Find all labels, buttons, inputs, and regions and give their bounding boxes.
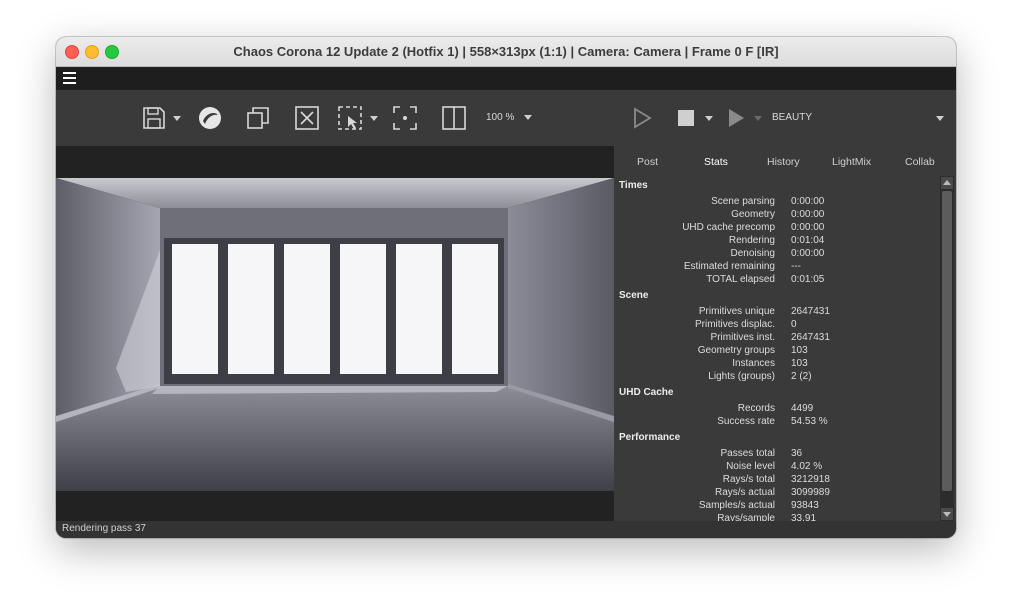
stat-value: 2647431 [791,332,830,343]
channel-dropdown-icon[interactable] [936,116,944,121]
panel-tabs: Post Stats History LightMix Collab [614,146,956,176]
scroll-thumb[interactable] [942,191,952,491]
stat-label: Rays/sample [717,513,775,521]
stat-value: 93843 [791,500,819,511]
save-button[interactable] [140,104,168,132]
stat-label: TOTAL elapsed [706,274,775,285]
stat-label: Denoising [730,248,775,259]
stat-label: Instances [732,358,775,369]
scroll-down-button[interactable] [941,508,953,520]
menu-bar [56,67,956,90]
stats-list: Times Scene parsing 0:00:00 Geometry 0:0… [614,176,940,521]
compare-button[interactable] [440,104,468,132]
stat-value: 2647431 [791,306,830,317]
region-dropdown-icon[interactable] [370,116,378,121]
tab-history[interactable]: History [767,156,800,168]
stop-icon [678,110,694,126]
stat-value: 54.53 % [791,416,828,427]
stat-value: 3212918 [791,474,830,485]
channel-select[interactable]: BEAUTY [772,112,812,123]
stat-value: 103 [791,358,808,369]
tab-lightmix[interactable]: LightMix [832,156,871,168]
stat-value: 0:00:00 [791,196,825,207]
stat-label: Primitives unique [698,306,775,317]
stat-label: Passes total [720,448,775,459]
stat-value: 0:01:05 [791,274,825,285]
compare-icon [442,106,466,130]
hamburger-icon[interactable] [63,72,76,84]
copy-button[interactable] [244,104,272,132]
toolbar: 100 % BEAUTY [56,90,956,146]
corona-logo-button[interactable] [196,104,224,132]
stats-scrollbar[interactable] [940,176,954,521]
window-title: Chaos Corona 12 Update 2 (Hotfix 1) | 55… [233,44,779,59]
stat-label: Lights (groups) [708,371,775,382]
section-times: Times [619,180,648,191]
stat-value: 0:01:04 [791,235,825,246]
region-select-icon [338,106,362,130]
stat-label: Rays/s total [722,474,775,485]
tab-post[interactable]: Post [637,156,658,168]
stat-value: 0:00:00 [791,248,825,259]
corona-logo-icon [199,107,221,129]
interactive-render-button[interactable] [722,104,750,132]
clear-button[interactable] [293,104,321,132]
status-bar: Rendering pass 37 [56,521,956,538]
stat-value: 4499 [791,403,814,414]
rendered-image [56,178,614,491]
stat-value: 2 (2) [791,371,812,382]
stat-label: Noise level [726,461,775,472]
stat-value: 36 [791,448,803,459]
zoom-dropdown-icon[interactable] [524,115,532,120]
stat-value: 4.02 % [791,461,823,472]
render-viewport[interactable] [56,146,614,521]
interactive-dropdown-icon[interactable] [754,116,762,121]
copy-icon [247,107,269,129]
stat-value: 0 [791,319,797,330]
stat-label: Primitives inst. [710,332,775,343]
stop-dropdown-icon[interactable] [705,116,713,121]
interactive-render-icon [729,109,744,127]
render-button[interactable] [628,104,656,132]
stats-panel: Post Stats History LightMix Collab Times… [614,146,956,521]
clear-icon [295,106,319,130]
tab-collab[interactable]: Collab [905,156,935,168]
stat-value: 0:00:00 [791,222,825,233]
section-scene: Scene [619,290,649,301]
stat-value: 3099989 [791,487,830,498]
stat-value: 103 [791,345,808,356]
stat-label: UHD cache precomp [682,222,775,233]
stat-label: Records [737,403,775,414]
save-dropdown-icon[interactable] [173,116,181,121]
scroll-down-icon [943,512,951,517]
scroll-up-button[interactable] [941,177,953,189]
stat-label: Primitives displac. [694,319,775,330]
stat-label: Geometry groups [697,345,775,356]
stop-button[interactable] [672,104,700,132]
stat-label: Rays/s actual [714,487,775,498]
stat-value: 33.91 [791,513,817,521]
region-select-button[interactable] [336,104,364,132]
section-performance: Performance [619,432,681,443]
vfb-window: Chaos Corona 12 Update 2 (Hotfix 1) | 55… [56,37,956,538]
focus-button[interactable] [391,104,419,132]
scroll-up-icon [943,180,951,185]
stat-label: Samples/s actual [698,500,775,511]
focus-icon [393,106,417,130]
stat-value: --- [791,261,801,272]
render-icon [634,107,652,129]
tab-stats[interactable]: Stats [704,156,728,168]
stat-label: Geometry [731,209,775,220]
title-bar: Chaos Corona 12 Update 2 (Hotfix 1) | 55… [56,37,956,67]
section-uhd-cache: UHD Cache [619,387,674,398]
stat-value: 0:00:00 [791,209,825,220]
stat-label: Estimated remaining [683,261,775,272]
stat-label: Rendering [728,235,775,246]
stat-label: Success rate [717,416,775,427]
zoom-level[interactable]: 100 % [486,112,514,123]
stat-label: Scene parsing [711,196,775,207]
status-text: Rendering pass 37 [62,523,146,534]
save-icon [143,107,165,129]
